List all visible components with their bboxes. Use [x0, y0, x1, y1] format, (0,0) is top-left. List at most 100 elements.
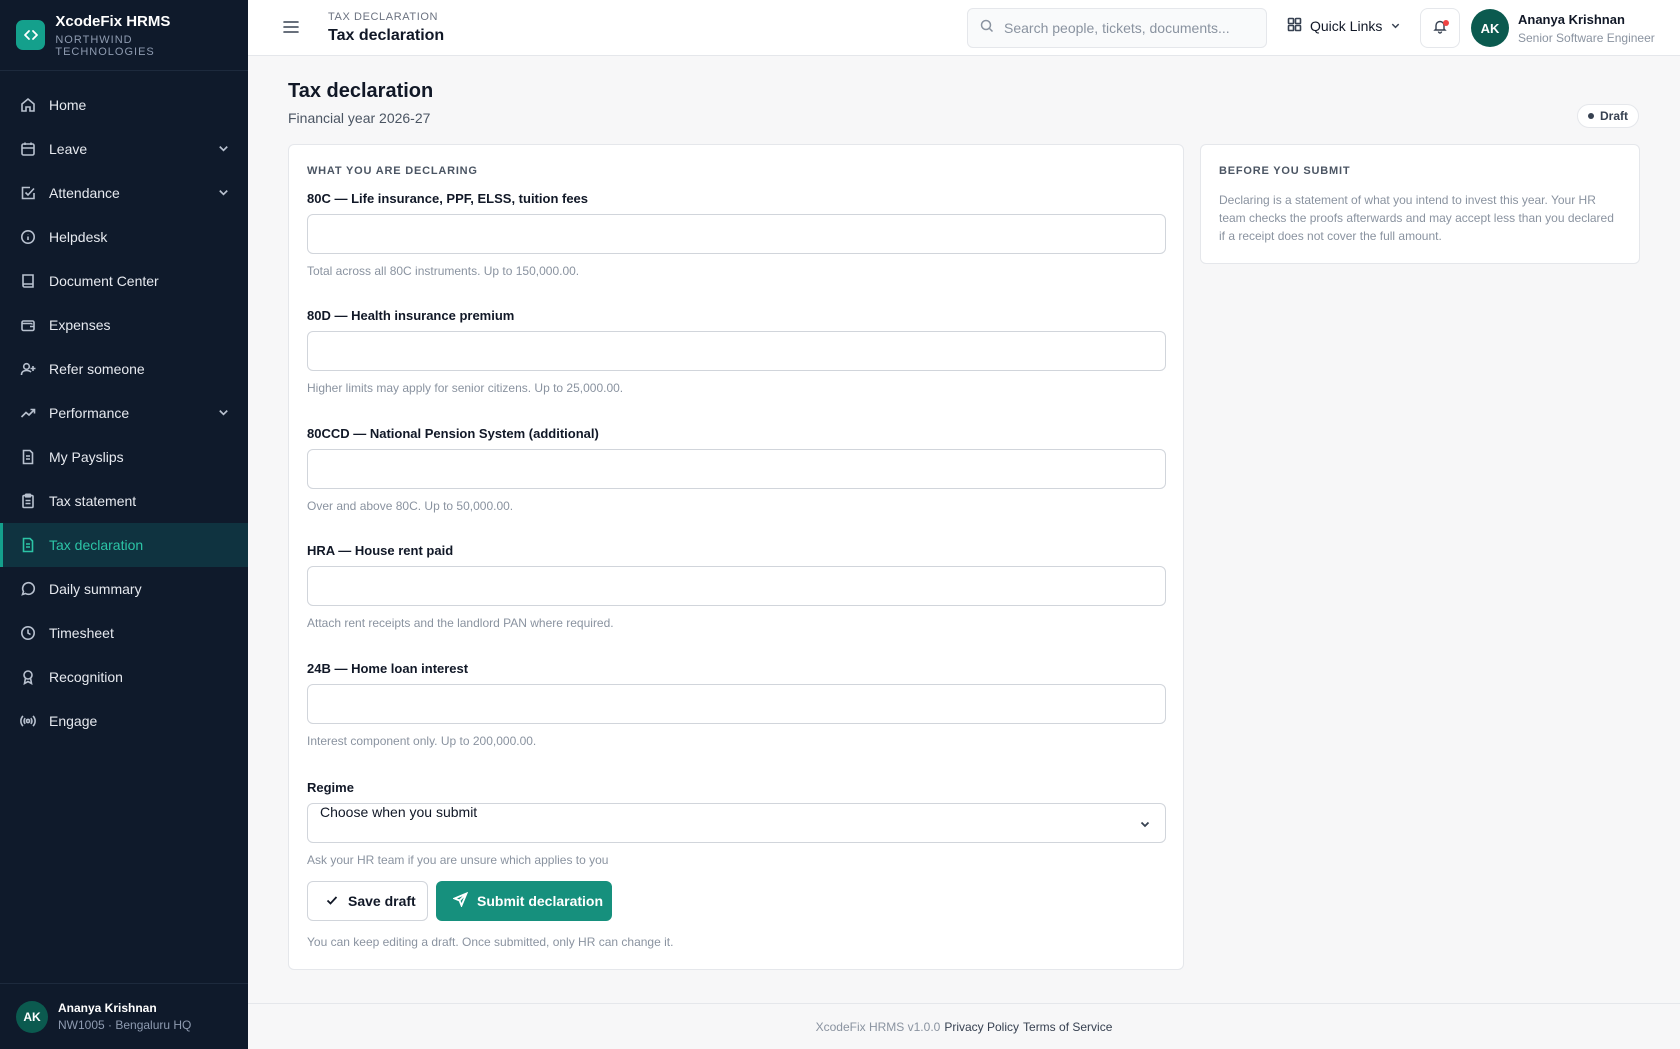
field-label: HRA — House rent paid — [307, 543, 454, 558]
calendar-icon — [20, 141, 36, 157]
clock-icon — [20, 625, 36, 641]
sidebar-item-timesheet[interactable]: Timesheet — [0, 611, 248, 655]
form-note: You can keep editing a draft. Once submi… — [307, 935, 674, 949]
terms-of-service-link[interactable]: Terms of Service — [1023, 1020, 1112, 1034]
book-icon — [20, 273, 36, 289]
sidebar-item-home[interactable]: Home — [0, 83, 248, 127]
send-icon — [452, 891, 477, 910]
sidebar-nav: Home Leave Attendance Helpdesk Document … — [0, 71, 248, 743]
wallet-icon — [20, 317, 36, 333]
field-24b: 24B — Home loan interest Interest compon… — [307, 661, 1166, 748]
side-card-title: BEFORE YOU SUBMIT — [1219, 165, 1351, 177]
menu-icon[interactable] — [282, 18, 300, 36]
message-circle-icon — [20, 581, 36, 597]
field-80c: 80C — Life insurance, PPF, ELSS, tuition… — [307, 191, 1166, 278]
status-label: Draft — [1600, 109, 1629, 123]
sidebar-item-label: Engage — [49, 713, 98, 729]
user-plus-icon — [20, 361, 36, 377]
amount-input-80c[interactable] — [307, 214, 1166, 254]
chevron-down-icon — [1139, 817, 1151, 833]
sidebar-item-tax-statement[interactable]: Tax statement — [0, 479, 248, 523]
page-title: Tax declaration — [288, 80, 434, 102]
user-meta: NW1005 · Bengaluru HQ — [58, 1018, 192, 1032]
user-menu[interactable]: AK Ananya Krishnan Senior Software Engin… — [1471, 9, 1655, 47]
avatar: AK — [16, 1000, 48, 1033]
sidebar-item-recognition[interactable]: Recognition — [0, 655, 248, 699]
user-name: Ananya Krishnan — [58, 1001, 157, 1015]
amount-input-hra[interactable] — [307, 566, 1166, 606]
avatar: AK — [1471, 9, 1509, 47]
clipboard-icon — [20, 493, 36, 509]
sidebar-item-my-payslips[interactable]: My Payslips — [0, 435, 248, 479]
footer-version: XcodeFix HRMS v1.0.0 — [815, 1019, 941, 1034]
sidebar-item-tax-declaration[interactable]: Tax declaration — [0, 523, 248, 567]
field-help: Higher limits may apply for senior citiz… — [307, 381, 624, 395]
amount-input-80ccd[interactable] — [307, 449, 1166, 489]
field-help: Interest component only. Up to 200,000.0… — [307, 734, 537, 748]
search-icon — [980, 19, 994, 38]
sidebar-item-engage[interactable]: Engage — [0, 699, 248, 743]
user-role: Senior Software Engineer — [1518, 30, 1655, 45]
amount-input-24b[interactable] — [307, 684, 1166, 724]
sidebar-item-label: Leave — [49, 141, 88, 157]
page-subtitle: Financial year 2026-27 — [288, 110, 431, 126]
submit-declaration-button[interactable]: Submit declaration — [436, 881, 612, 921]
chevron-down-icon — [1390, 18, 1401, 34]
sidebar-item-daily-summary[interactable]: Daily summary — [0, 567, 248, 611]
quick-links-button[interactable]: Quick Links — [1287, 17, 1401, 35]
submit-label: Submit declaration — [477, 893, 604, 909]
regime-selected-value: Choose when you submit — [320, 804, 478, 820]
app-name: XcodeFix HRMS — [55, 12, 171, 30]
sidebar-user[interactable]: AK Ananya Krishnan NW1005 · Bengaluru HQ — [0, 983, 248, 1049]
award-icon — [20, 669, 36, 685]
declaration-form: WHAT YOU ARE DECLARING 80C — Life insura… — [288, 144, 1184, 970]
quick-links-label: Quick Links — [1310, 18, 1383, 34]
privacy-policy-link[interactable]: Privacy Policy — [944, 1020, 1019, 1034]
field-label: 80D — Health insurance premium — [307, 308, 515, 323]
sidebar-item-refer-someone[interactable]: Refer someone — [0, 347, 248, 391]
file-icon — [20, 449, 36, 465]
sidebar-item-label: Performance — [49, 405, 130, 421]
check-icon — [325, 893, 348, 910]
field-label: Regime — [307, 780, 354, 795]
chevron-down-icon — [217, 406, 230, 422]
user-name: Ananya Krishnan — [1518, 11, 1625, 27]
field-help: Ask your HR team if you are unsure which… — [307, 853, 609, 867]
before-you-submit-card: BEFORE YOU SUBMIT Declaring is a stateme… — [1200, 144, 1640, 264]
sidebar-item-helpdesk[interactable]: Helpdesk — [0, 215, 248, 259]
sidebar-item-label: Document Center — [49, 273, 159, 289]
breadcrumb: TAX DECLARATION — [328, 11, 439, 23]
field-80d: 80D — Health insurance premium Higher li… — [307, 308, 1166, 395]
amount-input-80d[interactable] — [307, 331, 1166, 371]
sidebar-item-label: Recognition — [49, 669, 123, 685]
brand[interactable]: XcodeFix HRMS NORTHWIND TECHNOLOGIES — [0, 0, 248, 71]
sidebar-item-performance[interactable]: Performance — [0, 391, 248, 435]
field-help: Over and above 80C. Up to 50,000.00. — [307, 499, 514, 513]
sidebar-item-label: Refer someone — [49, 361, 145, 377]
sidebar-item-label: Tax declaration — [49, 537, 144, 553]
sidebar-item-label: My Payslips — [49, 449, 124, 465]
search-input[interactable] — [1004, 20, 1254, 36]
field-help: Attach rent receipts and the landlord PA… — [307, 616, 614, 630]
trend-up-icon — [20, 405, 36, 421]
sidebar-item-label: Home — [49, 97, 87, 113]
field-80ccd: 80CCD — National Pension System (additio… — [307, 426, 1166, 513]
search-box[interactable] — [967, 8, 1267, 48]
sidebar-item-expenses[interactable]: Expenses — [0, 303, 248, 347]
sidebar: XcodeFix HRMS NORTHWIND TECHNOLOGIES Hom… — [0, 0, 248, 1049]
sidebar-item-document-center[interactable]: Document Center — [0, 259, 248, 303]
save-draft-button[interactable]: Save draft — [307, 881, 428, 921]
sidebar-item-attendance[interactable]: Attendance — [0, 171, 248, 215]
radio-icon — [20, 713, 36, 729]
sidebar-item-label: Timesheet — [49, 625, 114, 641]
home-icon — [20, 97, 36, 113]
sidebar-item-leave[interactable]: Leave — [0, 127, 248, 171]
field-regime: Regime Choose when you submit Ask your H… — [307, 780, 1166, 867]
notifications-button[interactable] — [1420, 8, 1460, 48]
org-name: NORTHWIND TECHNOLOGIES — [55, 33, 155, 58]
code-icon — [16, 20, 46, 50]
file-text-icon — [20, 537, 36, 553]
regime-select[interactable]: Choose when you submit — [307, 803, 1166, 843]
field-label: 24B — Home loan interest — [307, 661, 469, 676]
footer: XcodeFix HRMS v1.0.0 Privacy Policy Term… — [248, 1003, 1680, 1049]
